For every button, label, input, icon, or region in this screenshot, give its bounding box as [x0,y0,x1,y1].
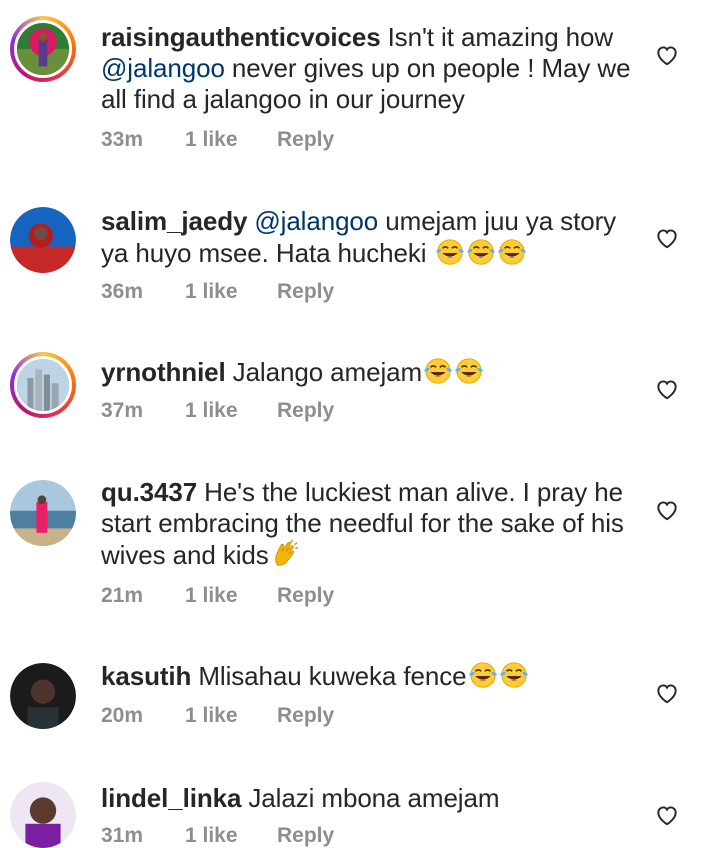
avatar[interactable] [10,663,76,729]
comment-text: yrnothniel Jalango amejam [101,356,641,388]
timestamp: 33m [101,128,144,151]
reply-button[interactable]: Reply [277,584,334,608]
timestamp: 37m [101,399,144,422]
heart-outline-icon[interactable] [654,497,680,523]
like-count[interactable]: 1 like [185,399,277,423]
avatar[interactable] [10,782,76,848]
username[interactable]: raisingauthenticvoices [101,22,381,52]
laughing-tears-emoji [497,239,526,265]
timestamp: 20m [101,704,144,727]
username[interactable]: yrnothniel [101,357,226,387]
avatar[interactable] [10,480,76,546]
comment-meta: 33m 1 like Reply [101,128,334,152]
comment-text: raisingauthenticvoices Isn't it amazing h… [101,22,631,114]
avatar[interactable] [10,16,76,82]
heart-outline-icon[interactable] [654,42,680,68]
reply-button[interactable]: Reply [277,128,334,152]
laughing-tears-emoji [454,358,484,384]
comment-meta: 20m 1 like Reply [101,704,334,728]
comment-text: salim_jaedy @jalangoo umejam juu ya story… [101,206,617,268]
mention-link[interactable]: @jalangoo [101,53,225,83]
username[interactable]: kasutih [101,661,191,691]
heart-outline-icon[interactable] [654,376,680,402]
avatar[interactable] [10,352,76,418]
username[interactable]: lindel_linka [101,783,242,813]
reply-button[interactable]: Reply [277,399,334,423]
reply-button[interactable]: Reply [277,704,334,728]
heart-outline-icon[interactable] [654,225,680,251]
comment-meta: 31m 1 like Reply [101,824,334,848]
timestamp: 21m [101,584,144,607]
avatar[interactable] [10,207,76,273]
timestamp: 36m [101,280,144,303]
like-count[interactable]: 1 like [185,704,277,728]
like-count[interactable]: 1 like [185,584,277,608]
reply-button[interactable]: Reply [277,824,334,848]
timestamp: 31m [101,824,144,847]
comment-meta: 37m 1 like Reply [101,399,334,423]
reply-button[interactable]: Reply [277,280,334,304]
username[interactable]: qu.3437 [101,477,197,507]
like-count[interactable]: 1 like [185,824,277,848]
mention-link[interactable]: @jalangoo [254,206,378,236]
clapping-hands-emoji [274,539,299,566]
laughing-tears-emoji [423,358,453,384]
comment-text: qu.3437 He's the luckiest man alive. I pr… [101,477,624,570]
heart-outline-icon[interactable] [654,802,680,828]
comment-text: kasutih Mlisahau kuweka fence [101,660,641,692]
comment-meta: 36m 1 like Reply [101,280,334,304]
comment-text: lindel_linka Jalazi mbona amejam [101,783,500,813]
heart-outline-icon[interactable] [654,680,680,706]
like-count[interactable]: 1 like [185,280,277,304]
comment-meta: 21m 1 like Reply [101,584,334,608]
laughing-tears-emoji [466,239,495,265]
like-count[interactable]: 1 like [185,128,277,152]
username[interactable]: salim_jaedy [101,206,247,236]
laughing-tears-emoji [468,662,497,688]
laughing-tears-emoji [499,662,528,688]
laughing-tears-emoji [435,239,464,265]
